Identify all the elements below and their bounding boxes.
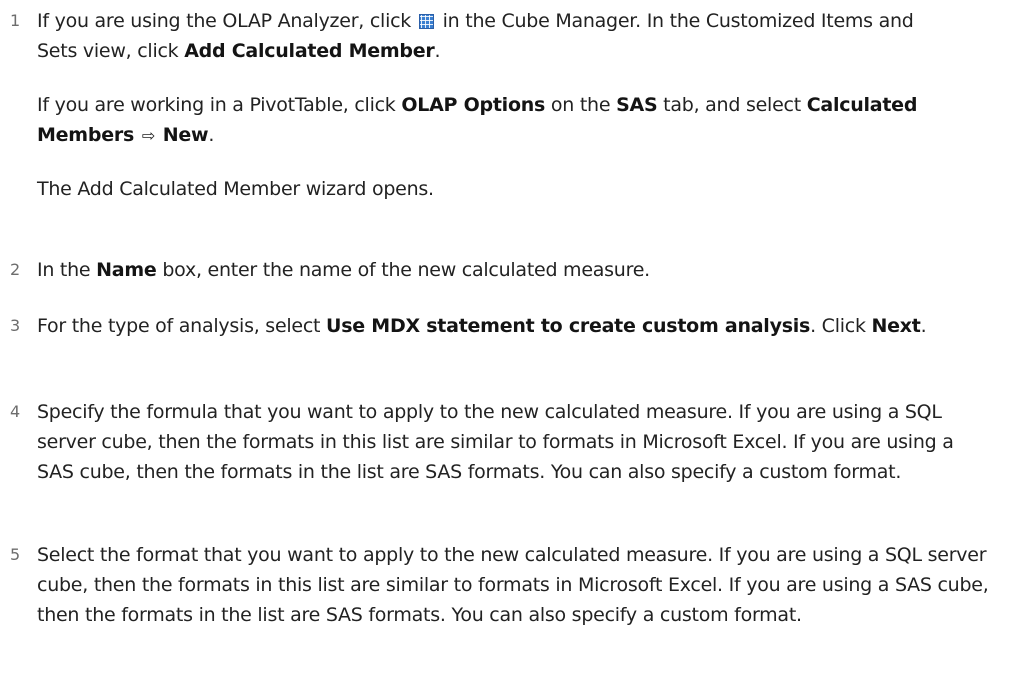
text-run: Specify the formula that you want to app… (37, 401, 954, 483)
step-number: 2 (10, 260, 21, 279)
text-run: . Click (810, 315, 872, 337)
step-number: 1 (10, 11, 21, 30)
ui-term-sas-tab: SAS (616, 94, 658, 116)
text-run: Select the format that you want to apply… (37, 544, 989, 626)
text-run: In the (37, 259, 97, 281)
ui-term-next: Next (871, 315, 921, 337)
text-run: If you are using the OLAP Analyzer, clic… (37, 10, 417, 32)
step-2-paragraph: In the Name box, enter the name of the n… (37, 255, 1007, 285)
menu-arrow-icon: ⇨ (141, 126, 155, 145)
step-1-paragraph-3: The Add Calculated Member wizard opens. (37, 174, 1007, 204)
ui-term-name: Name (96, 259, 157, 281)
step-number: 4 (10, 402, 21, 421)
text-run: . (434, 40, 441, 62)
ui-term-olap-options: OLAP Options (401, 94, 546, 116)
text-run: . (920, 315, 927, 337)
text-run: For the type of analysis, select (37, 315, 327, 337)
text-run: . (208, 124, 215, 146)
step-1-paragraph-2: If you are working in a PivotTable, clic… (37, 90, 937, 151)
text-run: box, enter the name of the new calculate… (156, 259, 650, 281)
step-number: 5 (10, 545, 21, 564)
step-3-paragraph: For the type of analysis, select Use MDX… (37, 311, 1007, 341)
step-number: 3 (10, 316, 21, 335)
text-run: tab, and select (657, 94, 807, 116)
cube-manager-grid-icon (418, 14, 434, 29)
text-run: The Add Calculated Member wizard opens. (37, 178, 434, 200)
step-5-paragraph: Select the format that you want to apply… (37, 540, 1007, 630)
ui-term-new: New (162, 124, 209, 146)
document-step-list: 1 If you are using the OLAP Analyzer, cl… (0, 0, 1013, 680)
step-1-paragraph-1: If you are using the OLAP Analyzer, clic… (37, 6, 917, 66)
step-4-paragraph: Specify the formula that you want to app… (37, 397, 982, 487)
ui-term-add-calculated-member: Add Calculated Member (184, 40, 435, 62)
ui-term-use-mdx-statement: Use MDX statement to create custom analy… (326, 315, 811, 337)
text-run: If you are working in a PivotTable, clic… (37, 94, 402, 116)
text-run: on the (545, 94, 617, 116)
